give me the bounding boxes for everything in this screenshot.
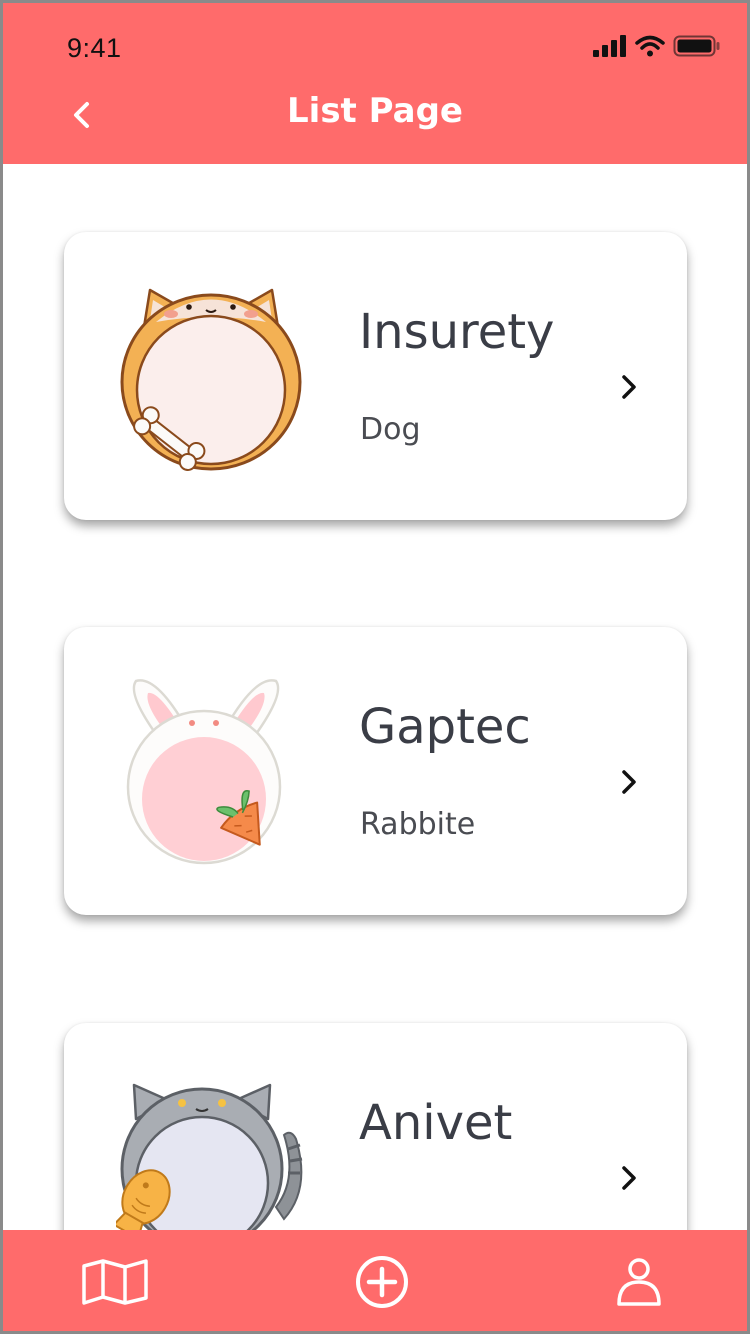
status-time: 9:41	[67, 33, 122, 63]
item-name: Anivet	[359, 1095, 513, 1151]
header-bar: 9:41 List Page	[3, 3, 747, 164]
item-name: Gaptec	[359, 699, 531, 755]
item-type: Rabbite	[360, 807, 476, 842]
shiba-dog-avatar	[120, 288, 302, 471]
item-type: Dog	[360, 412, 421, 447]
pet-list: Insurety Dog Gaptec Rabbite Anivet	[3, 164, 747, 1231]
add-circle-icon	[356, 1256, 408, 1308]
chevron-right-icon	[622, 375, 636, 399]
list-item[interactable]: Gaptec Rabbite	[64, 627, 687, 915]
phone-screen: 9:41 List Page Insurety Dog Gaptec Rabbi…	[3, 3, 747, 1331]
tab-profile[interactable]	[604, 1252, 674, 1312]
signal-icon	[593, 35, 626, 57]
tab-map[interactable]	[80, 1252, 150, 1312]
bottom-tab-bar	[3, 1230, 747, 1331]
list-item[interactable]: Anivet	[64, 1023, 687, 1231]
page-title: List Page	[287, 91, 463, 131]
user-icon	[617, 1258, 661, 1306]
wifi-icon	[635, 35, 665, 57]
chevron-right-icon	[622, 1166, 636, 1190]
bunny-avatar	[126, 679, 282, 865]
item-name: Insurety	[359, 304, 555, 360]
battery-icon	[673, 35, 720, 57]
map-icon	[82, 1259, 148, 1305]
chevron-right-icon	[622, 770, 636, 794]
tab-add[interactable]	[347, 1252, 417, 1312]
cat-avatar	[116, 1083, 303, 1231]
status-icons	[593, 35, 721, 57]
list-item[interactable]: Insurety Dog	[64, 232, 687, 520]
